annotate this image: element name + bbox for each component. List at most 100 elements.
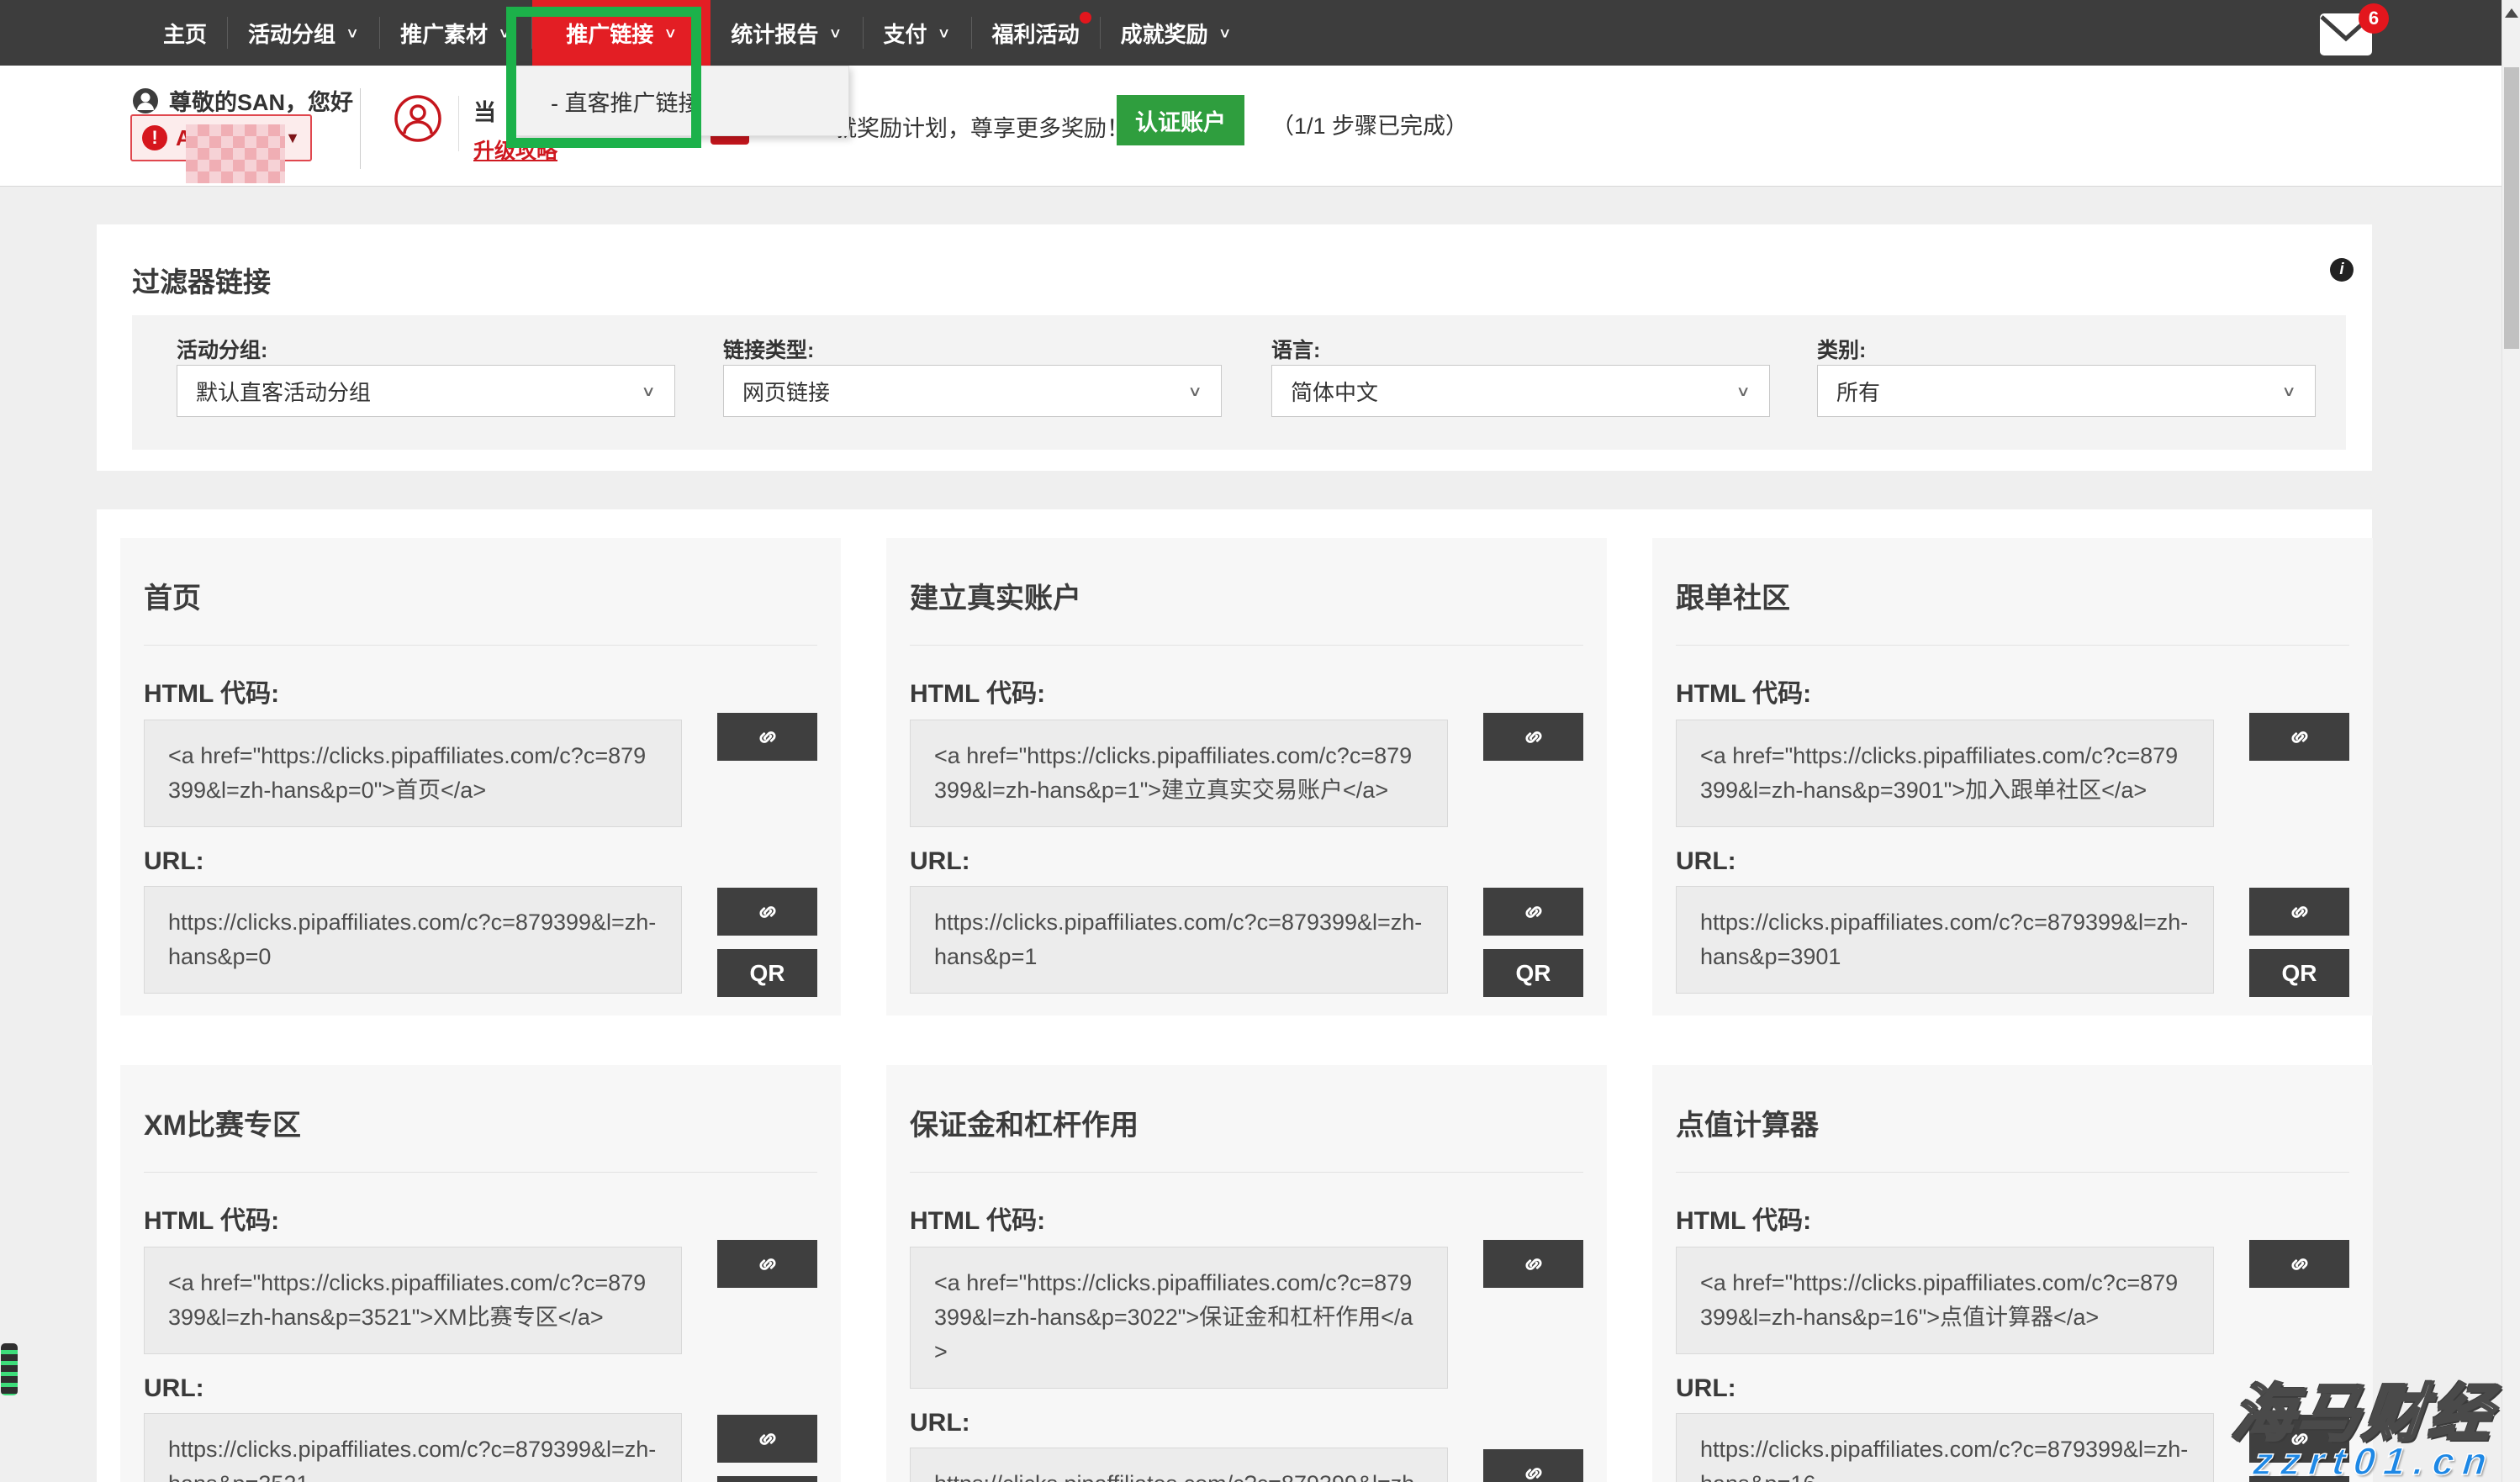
dropdown-item-direct-promo-link[interactable]: - 直客推广链接 (551, 85, 701, 118)
qr-code-button[interactable]: QR (717, 1476, 817, 1482)
nav-item-label: 成就奖励 (1121, 18, 1208, 49)
language-select[interactable]: 简体中文 (1271, 365, 1770, 417)
nav-item-statistics-reports[interactable]: 统计报告 (711, 0, 862, 66)
promo-link-card: 建立真实账户 HTML 代码: <a href="https://clicks.… (886, 538, 1607, 1015)
copy-link-button[interactable] (2249, 713, 2349, 761)
url-label: URL: (144, 847, 682, 876)
qr-code-button[interactable]: QR (2249, 949, 2349, 997)
selected-value: 简体中文 (1291, 376, 1378, 407)
nav-item-welfare-activity[interactable]: 福利活动 (972, 0, 1100, 66)
chain-link-icon (1520, 1460, 1547, 1482)
campaign-group-select[interactable]: 默认直客活动分组 (177, 365, 675, 417)
category-select[interactable]: 所有 (1817, 365, 2316, 417)
card-title: 保证金和杠杆作用 (910, 1095, 1583, 1143)
copy-link-button[interactable] (717, 1240, 817, 1288)
link-type-select[interactable]: 网页链接 (723, 365, 1222, 417)
copy-url-button[interactable] (1483, 888, 1583, 936)
card-divider (144, 645, 817, 646)
links-cards-grid: 首页 HTML 代码: <a href="https://clicks.pipa… (120, 538, 2373, 1482)
url-label: URL: (144, 1374, 682, 1403)
copy-link-button[interactable] (2249, 1240, 2349, 1288)
copy-url-button[interactable] (1483, 1449, 1583, 1482)
copy-link-button[interactable] (1483, 1240, 1583, 1288)
greeting-text: 尊敬的SAN，您好 (169, 84, 353, 117)
chain-link-icon (2286, 1426, 2313, 1453)
nav-item-label: 统计报告 (731, 18, 818, 49)
info-icon[interactable] (2330, 258, 2354, 282)
qr-code-button[interactable]: QR (717, 949, 817, 997)
nav-item-achievement-rewards[interactable]: 成就奖励 (1101, 0, 1252, 66)
copy-link-button[interactable] (717, 713, 817, 761)
vertical-scrollbar[interactable] (2502, 0, 2520, 1482)
selected-value: 默认直客活动分组 (196, 376, 371, 407)
url-box[interactable]: https://clicks.pipaffiliates.com/c?c=879… (1676, 1413, 2214, 1482)
nav-item-label: 福利活动 (992, 18, 1080, 49)
promo-links-dropdown: - 直客推广链接 (513, 66, 849, 136)
scrollbar-marker-widget (1, 1343, 18, 1395)
chain-link-icon (2286, 724, 2313, 751)
html-code-box[interactable]: <a href="https://clicks.pipaffiliates.co… (910, 1247, 1448, 1389)
chevron-down-icon (2281, 382, 2296, 399)
filter-label: 链接类型: (723, 334, 814, 364)
nav-item-payments[interactable]: 支付 (864, 0, 971, 66)
dropdown-arrow-icon (285, 129, 300, 147)
chevron-down-icon (346, 24, 359, 41)
copy-url-button[interactable] (717, 888, 817, 936)
html-code-box[interactable]: <a href="https://clicks.pipaffiliates.co… (1676, 720, 2214, 827)
filter-bar: 活动分组: 默认直客活动分组 链接类型: 网页链接 语言: 简体中文 类别: 所… (132, 315, 2346, 450)
html-code-box[interactable]: <a href="https://clicks.pipaffiliates.co… (144, 1247, 682, 1354)
filter-label: 语言: (1271, 334, 1320, 364)
url-label: URL: (1676, 847, 2214, 876)
nav-item-label: 推广素材 (400, 18, 488, 49)
selected-value: 所有 (1836, 376, 1880, 407)
html-code-label: HTML 代码: (144, 672, 682, 709)
promo-link-card: 跟单社区 HTML 代码: <a href="https://clicks.pi… (1652, 538, 2373, 1015)
html-code-box[interactable]: <a href="https://clicks.pipaffiliates.co… (910, 720, 1448, 827)
html-code-box[interactable]: <a href="https://clicks.pipaffiliates.co… (1676, 1247, 2214, 1354)
nav-item-promo-links[interactable]: 推广链接 (532, 0, 711, 66)
html-code-box[interactable]: <a href="https://clicks.pipaffiliates.co… (144, 720, 682, 827)
filter-links-section: 过滤器链接 活动分组: 默认直客活动分组 链接类型: 网页链接 语言: 简体中文 (97, 224, 2372, 471)
current-level-text: 当 (473, 94, 496, 127)
card-divider (1676, 645, 2349, 646)
chevron-down-icon (663, 24, 677, 41)
alert-icon (142, 125, 167, 150)
nav-item-label: 推广链接 (566, 18, 653, 49)
url-box[interactable]: https://clicks.pipaffiliates.com/c?c=879… (144, 886, 682, 994)
card-divider (910, 1172, 1583, 1173)
chevron-down-icon (498, 24, 511, 41)
filter-label: 类别: (1817, 334, 1866, 364)
chevron-down-icon (1218, 24, 1232, 41)
url-row: URL: https://clicks.pipaffiliates.com/c?… (1676, 1374, 2349, 1482)
nav-item-label: 支付 (884, 18, 927, 49)
nav-item-promo-materials[interactable]: 推广素材 (380, 0, 531, 66)
nav-item-campaign-groups[interactable]: 活动分组 (228, 0, 379, 66)
filter-label: 活动分组: (177, 334, 267, 364)
html-code-row: HTML 代码: <a href="https://clicks.pipaffi… (1676, 1200, 2349, 1354)
copy-url-button[interactable] (2249, 888, 2349, 936)
chain-link-icon (1520, 1251, 1547, 1278)
url-row: URL: https://clicks.pipaffiliates.com/c?… (144, 1374, 817, 1482)
copy-url-button[interactable] (717, 1415, 817, 1463)
url-box[interactable]: https://clicks.pipaffiliates.com/c?c=879… (144, 1413, 682, 1482)
qr-code-button[interactable]: QR (2249, 1476, 2349, 1482)
url-label: URL: (910, 847, 1448, 876)
scroll-up-arrow-icon[interactable] (2505, 8, 2518, 18)
url-box[interactable]: https://clicks.pipaffiliates.com/c?c=879… (1676, 886, 2214, 994)
scrollbar-thumb[interactable] (2504, 67, 2519, 349)
url-box[interactable]: https://clicks.pipaffiliates.com/c?c=879… (910, 886, 1448, 994)
copy-url-button[interactable] (2249, 1415, 2349, 1463)
chain-link-icon (754, 724, 781, 751)
mail-inbox-button[interactable]: 6 (2318, 10, 2377, 59)
account-selector[interactable]: A (130, 114, 312, 161)
url-box[interactable]: https://clicks.pipaffiliates.com/c?c=879… (910, 1448, 1448, 1482)
verify-account-button[interactable]: 认证账户 (1117, 95, 1244, 145)
nav-item-home[interactable]: 主页 (143, 0, 227, 66)
chain-link-icon (754, 1426, 781, 1453)
selected-value: 网页链接 (742, 376, 830, 407)
upgrade-guide-link[interactable]: 升级攻略 (473, 134, 557, 165)
rewards-promo-text: 就奖励计划，尊享更多奖励！ (834, 110, 1129, 143)
promo-link-card: XM比赛专区 HTML 代码: <a href="https://clicks.… (120, 1065, 841, 1482)
copy-link-button[interactable] (1483, 713, 1583, 761)
qr-code-button[interactable]: QR (1483, 949, 1583, 997)
